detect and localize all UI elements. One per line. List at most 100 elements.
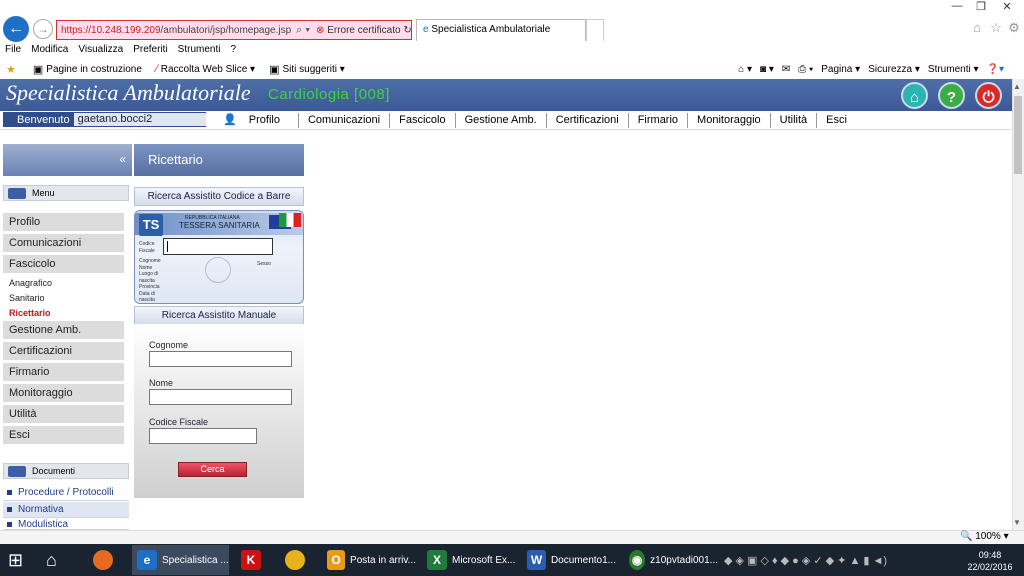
windows-logo-icon: ⊞	[8, 549, 24, 570]
surname-input[interactable]	[149, 351, 292, 367]
taskbar-word[interactable]: W Documento1...	[522, 545, 616, 575]
sidebar-item-comunicazioni[interactable]: Comunicazioni	[3, 234, 124, 253]
print-icon[interactable]: ⎙ ▾	[798, 64, 813, 75]
sidebar-item-certificazioni[interactable]: Certificazioni	[3, 342, 124, 361]
menu-visualizza[interactable]: Visualizza	[73, 42, 128, 59]
home-icon[interactable]: ⌂ ▾	[738, 64, 752, 75]
fav-webslice[interactable]: ⁄ Raccolta Web Slice ▾	[150, 63, 255, 75]
cmd-pagina[interactable]: Pagina ▾	[821, 64, 860, 75]
fav-pagine[interactable]: ▣ Pagine in costruzione	[27, 63, 142, 76]
forward-button[interactable]: →	[33, 19, 53, 39]
word-icon: W	[527, 550, 546, 570]
nav-certificazioni[interactable]: Certificazioni	[547, 113, 629, 128]
nav-utilita[interactable]: Utilità	[771, 113, 818, 128]
taskbar-excel[interactable]: X Microsoft Ex...	[422, 545, 516, 575]
welcome-label: Benvenuto	[17, 113, 70, 126]
cmd-sicurezza[interactable]: Sicurezza ▾	[868, 64, 920, 75]
settings-gear-icon[interactable]: ⚙	[1005, 20, 1023, 38]
nav-fascicolo[interactable]: Fascicolo	[390, 113, 456, 128]
taskbar-firefox[interactable]	[88, 545, 124, 575]
restore-icon[interactable]: ❐	[970, 0, 992, 14]
system-tray[interactable]: ◆ ◈ ▣ ◇ ♦ ◆ ● ◈ ✓ ◆ ✦ ▲ ▮ ◄)	[724, 545, 940, 575]
ts-logo: TS	[139, 214, 163, 236]
refresh-icon[interactable]: ↻	[403, 25, 411, 36]
card-title: TESSERA SANITARIA	[179, 221, 260, 230]
scroll-thumb[interactable]	[1014, 96, 1022, 174]
nav-esci[interactable]: Esci	[817, 113, 856, 128]
nav-gestione[interactable]: Gestione Amb.	[456, 113, 547, 128]
zoom-level[interactable]: 🔍 100% ▾	[960, 531, 1009, 542]
scroll-down-icon[interactable]: ▼	[1013, 518, 1021, 527]
username: gaetano.bocci2	[73, 113, 206, 126]
start-button[interactable]: ⊞	[8, 545, 38, 575]
manual-search-header: Ricerca Assistito Manuale	[134, 306, 304, 325]
power-button[interactable]: ⏻	[975, 82, 1002, 109]
taskbar-home[interactable]: ⌂	[46, 545, 78, 575]
eye-icon: ◉	[629, 550, 646, 570]
taskbar-chrome[interactable]	[280, 545, 316, 575]
sidebar-collapse[interactable]: «	[3, 144, 132, 176]
help-button[interactable]: ?	[938, 82, 965, 109]
scroll-up-icon[interactable]: ▲	[1013, 82, 1021, 91]
mail-icon[interactable]: ✉	[782, 64, 790, 75]
error-icon: ⊗	[316, 24, 325, 36]
sidebar-sub-sanitario[interactable]: Sanitario	[9, 293, 45, 303]
nav-firmario[interactable]: Firmario	[629, 113, 689, 128]
card-field-labels: Codice Fiscale Cognome Nome Luogo di nas…	[139, 241, 161, 303]
favorites-star-icon[interactable]: ☆	[987, 20, 1005, 38]
barcode-tax-code-input[interactable]	[163, 238, 273, 255]
doc-normativa[interactable]: Normativa	[3, 502, 129, 518]
menu-preferiti[interactable]: Preferiti	[128, 42, 172, 59]
taskbar-outlook[interactable]: O Posta in arriv...	[322, 545, 416, 575]
tray-icons: ◆ ◈ ▣ ◇ ♦ ◆ ● ◈ ✓ ◆ ✦ ▲ ▮ ◄)	[724, 554, 888, 567]
collapse-chevron-icon[interactable]: «	[119, 152, 126, 166]
doc-procedure[interactable]: Procedure / Protocolli	[3, 485, 129, 501]
sidebar-sub-ricettario[interactable]: Ricettario	[9, 308, 51, 318]
nav-profilo[interactable]: 👤 Profilo	[214, 113, 299, 128]
sidebar-item-fascicolo[interactable]: Fascicolo	[3, 255, 124, 274]
clock[interactable]: 09:48 22/02/2016	[966, 549, 1014, 573]
nav-monitoraggio[interactable]: Monitoraggio	[688, 113, 771, 128]
documents-section-header: Documenti	[3, 463, 129, 479]
doc-modulistica[interactable]: Modulistica	[3, 519, 129, 530]
home-icon[interactable]: ⌂	[968, 20, 986, 38]
sidebar-item-esci[interactable]: Esci	[3, 426, 124, 445]
menu-bar: File Modifica Visualizza Preferiti Strum…	[0, 42, 1024, 59]
back-button[interactable]: ←	[3, 16, 29, 42]
sidebar-item-profilo[interactable]: Profilo	[3, 213, 124, 232]
taskbar-ie[interactable]: e Specialistica ...	[132, 545, 229, 575]
sidebar-item-utilita[interactable]: Utilità	[3, 405, 124, 424]
cmd-strumenti[interactable]: Strumenti ▾	[928, 64, 979, 75]
minimize-icon[interactable]: —	[946, 0, 968, 14]
fav-siti[interactable]: ▣ Siti suggeriti ▾	[263, 63, 345, 76]
card-sex-label: Sesso	[257, 261, 271, 267]
close-icon[interactable]: ✕	[996, 0, 1018, 14]
sidebar-sub-anagrafico[interactable]: Anagrafico	[9, 278, 52, 288]
browser-tab[interactable]: e Specialistica Ambulatoriale	[416, 19, 586, 41]
new-tab-button[interactable]	[586, 19, 604, 41]
search-button[interactable]: Cerca	[178, 462, 247, 477]
search-icon[interactable]: ⌕ ▾	[296, 24, 310, 37]
ie-icon: e	[137, 550, 157, 570]
menu-help[interactable]: ?	[225, 42, 241, 59]
url-text: https://10.248.199.209/ambulatori/jsp/ho…	[61, 24, 292, 36]
home-button[interactable]: ⌂	[901, 82, 928, 109]
address-bar[interactable]: https://10.248.199.209/ambulatori/jsp/ho…	[56, 20, 412, 40]
sidebar-item-firmario[interactable]: Firmario	[3, 363, 124, 382]
sidebar-item-monitoraggio[interactable]: Monitoraggio	[3, 384, 124, 403]
section-title: Ricettario	[134, 144, 304, 176]
taskbar-remote[interactable]: ◉ z10pvtadi001...	[624, 545, 718, 575]
certificate-error[interactable]: ⊗ Errore certificato ↻	[316, 24, 411, 36]
name-input[interactable]	[149, 389, 292, 405]
nav-comunicazioni[interactable]: Comunicazioni	[299, 113, 391, 128]
taskbar-kaspersky[interactable]: K	[236, 545, 272, 575]
menu-file[interactable]: File	[0, 42, 26, 59]
sidebar-item-gestione[interactable]: Gestione Amb.	[3, 321, 124, 340]
app-title: Specialistica Ambulatoriale	[6, 80, 251, 105]
tax-code-input[interactable]	[149, 428, 257, 444]
menu-modifica[interactable]: Modifica	[26, 42, 73, 59]
rss-icon[interactable]: ◙ ▾	[760, 64, 774, 75]
menu-strumenti[interactable]: Strumenti	[173, 42, 226, 59]
barcode-search-header: Ricerca Assistito Codice a Barre	[134, 187, 304, 206]
help-icon[interactable]: ❓▾	[987, 64, 1004, 75]
